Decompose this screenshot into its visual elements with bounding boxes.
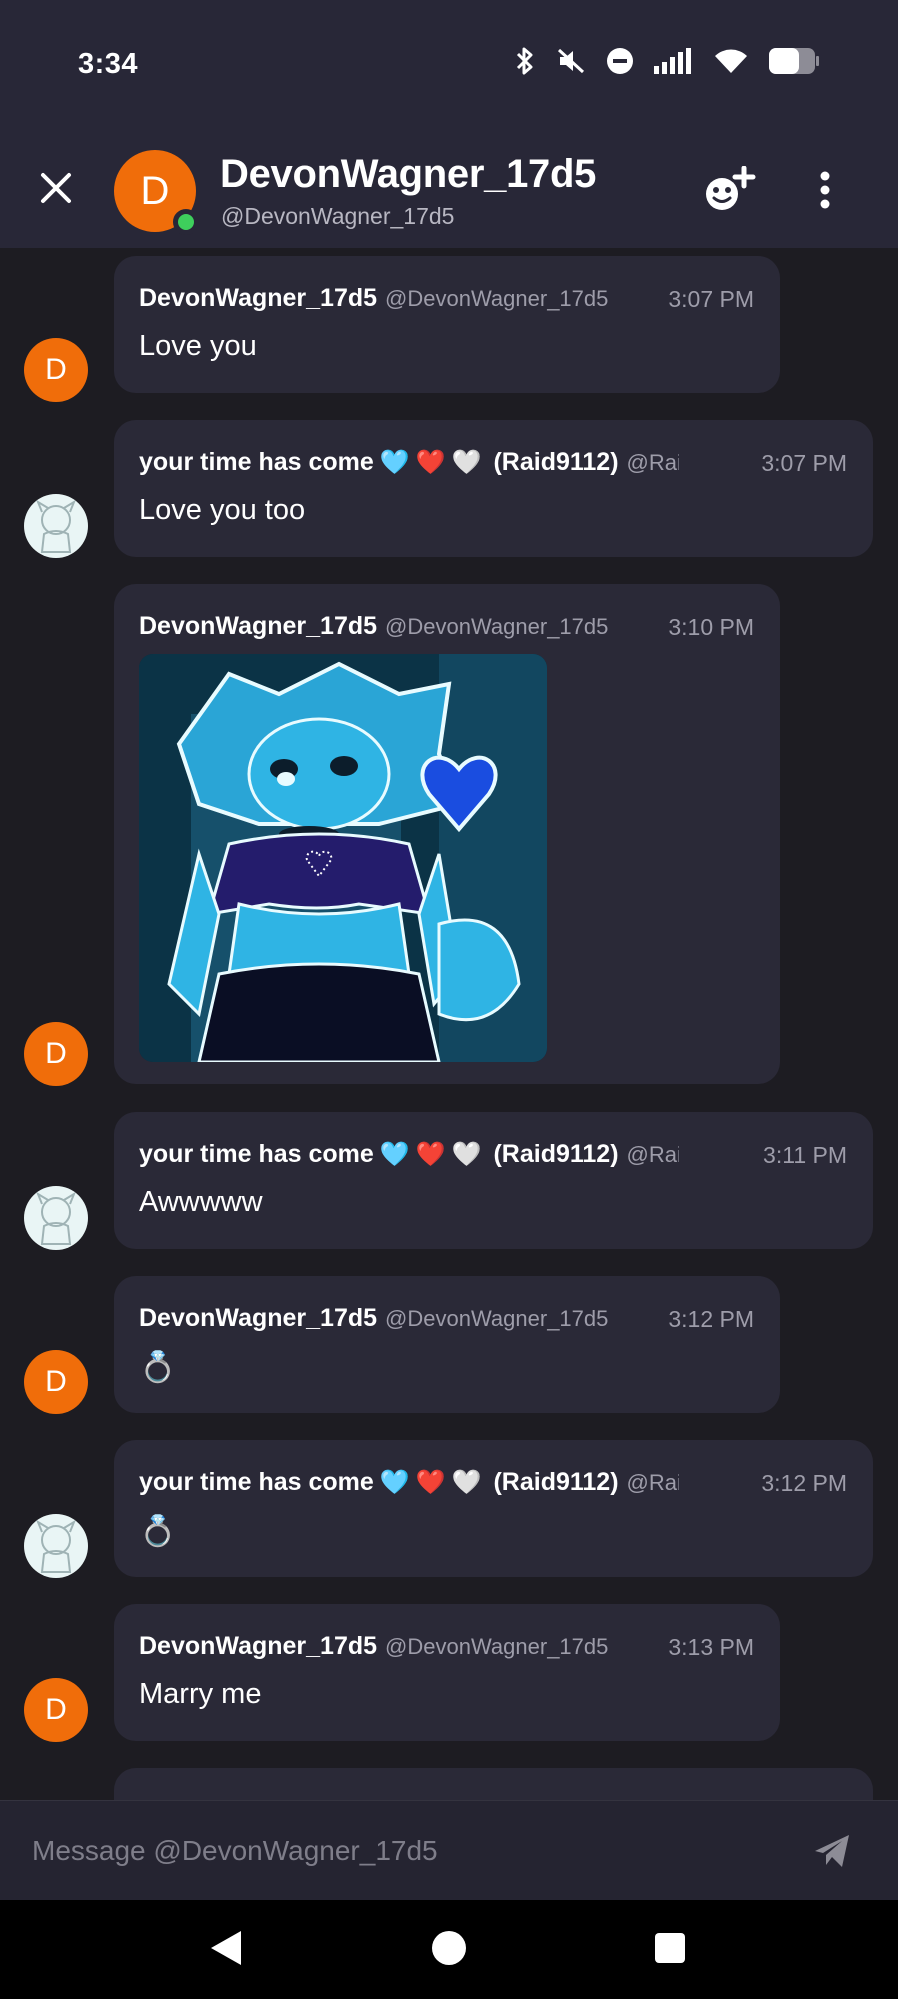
message-bubble[interactable]: your time has come 🩵❤️🤍 (Raid9112) @Raid… xyxy=(114,420,873,557)
heart-emojis: 🩵❤️🤍 xyxy=(379,449,488,476)
dm-screen: 3:34 D DevonWagner_17d5 @DevonWagner_17d… xyxy=(0,0,898,1999)
send-icon[interactable] xyxy=(812,1831,852,1871)
wifi-icon xyxy=(715,49,747,73)
message-timestamp: 3:12 PM xyxy=(761,1470,847,1496)
heart-emojis: 🩵❤️🤍 xyxy=(379,1141,488,1168)
page-title[interactable]: DevonWagner_17d5 xyxy=(220,152,596,197)
character-illustration xyxy=(139,654,547,1062)
message-author[interactable]: DevonWagner_17d5 xyxy=(139,612,377,641)
do-not-disturb-icon xyxy=(607,48,633,74)
message-handle: @Raid xyxy=(626,1142,679,1167)
message-header: DevonWagner_17d5 @DevonWagner_17d5 xyxy=(139,284,608,313)
system-nav-bar xyxy=(0,1900,898,1999)
message: D DevonWagner_17d5 @DevonWagner_17d5 3:0… xyxy=(0,256,898,402)
avatar-drawing-icon xyxy=(35,1191,77,1245)
message: your time has come 🩵❤️🤍 (Raid9112) @Raid… xyxy=(0,420,898,560)
message-timestamp: 3:11 PM xyxy=(763,1142,847,1168)
bluetooth-icon xyxy=(516,47,533,75)
message-author[interactable]: your time has come xyxy=(139,448,374,477)
avatar[interactable]: D xyxy=(24,1678,88,1742)
message-handle: @DevonWagner_17d5 xyxy=(385,1634,609,1659)
message-handle: @DevonWagner_17d5 xyxy=(385,614,609,639)
message xyxy=(0,1768,898,1800)
avatar-letter: D xyxy=(45,1365,67,1398)
message-header: your time has come 🩵❤️🤍 (Raid9112) @Raid xyxy=(139,448,679,477)
message-header: DevonWagner_17d5 @DevonWagner_17d5 xyxy=(139,1632,608,1661)
status-time: 3:34 xyxy=(78,48,139,80)
message-text: Marry me xyxy=(139,1678,262,1710)
heart-emojis: 🩵❤️🤍 xyxy=(379,1469,488,1496)
message-handle: @Raid xyxy=(626,1470,679,1495)
message-header: your time has come 🩵❤️🤍 (Raid9112) @Raid xyxy=(139,1468,679,1497)
message-author-suffix[interactable]: (Raid9112) xyxy=(493,1468,618,1497)
avatar-drawing-icon xyxy=(35,499,77,553)
message: D DevonWagner_17d5 @DevonWagner_17d5 3:1… xyxy=(0,1604,898,1744)
message-author[interactable]: DevonWagner_17d5 xyxy=(139,1632,377,1661)
message-handle: @Raid xyxy=(626,450,679,475)
add-friend-icon[interactable] xyxy=(700,166,756,214)
status-bar: 3:34 xyxy=(0,0,898,130)
message-author[interactable]: your time has come xyxy=(139,1468,374,1497)
mute-icon xyxy=(557,48,585,74)
message-list[interactable]: D DevonWagner_17d5 @DevonWagner_17d5 3:0… xyxy=(0,248,898,1800)
recents-icon[interactable] xyxy=(655,1933,685,1963)
avatar-letter: D xyxy=(45,353,67,386)
message-timestamp: 3:10 PM xyxy=(668,614,754,640)
message-header: DevonWagner_17d5 @DevonWagner_17d5 xyxy=(139,1304,608,1333)
message-author-suffix[interactable]: (Raid9112) xyxy=(493,1140,618,1169)
message-text: Love you too xyxy=(139,494,306,526)
avatar-letter: D xyxy=(45,1037,67,1070)
message-timestamp: 3:07 PM xyxy=(668,286,754,312)
message-author[interactable]: DevonWagner_17d5 xyxy=(139,1304,377,1333)
message-timestamp: 3:12 PM xyxy=(668,1306,754,1332)
message: your time has come 🩵❤️🤍 (Raid9112) @Raid… xyxy=(0,1440,898,1580)
battery-icon xyxy=(769,48,819,74)
avatar[interactable]: D xyxy=(24,1022,88,1086)
message-text: 💍 xyxy=(139,1515,177,1548)
back-icon[interactable] xyxy=(209,1930,243,1966)
message-timestamp: 3:07 PM xyxy=(761,450,847,476)
message-bubble[interactable]: DevonWagner_17d5 @DevonWagner_17d5 3:07 … xyxy=(114,256,780,393)
image-attachment[interactable] xyxy=(139,654,547,1062)
message-header: your time has come 🩵❤️🤍 (Raid9112) @Raid xyxy=(139,1140,679,1169)
avatar[interactable] xyxy=(24,1186,88,1250)
message-author[interactable]: your time has come xyxy=(139,1140,374,1169)
message-text: 💍 xyxy=(139,1351,177,1384)
avatar-letter: D xyxy=(140,168,170,213)
message-text: Love you xyxy=(139,330,257,362)
status-icons xyxy=(514,46,820,76)
avatar-letter: D xyxy=(45,1693,67,1726)
message: D DevonWagner_17d5 @DevonWagner_17d5 3:1… xyxy=(0,1276,898,1416)
message-bubble[interactable]: DevonWagner_17d5 @DevonWagner_17d5 3:12 … xyxy=(114,1276,780,1413)
avatar-drawing-icon xyxy=(35,1519,77,1573)
message-header: DevonWagner_17d5 @DevonWagner_17d5 xyxy=(139,612,608,641)
message-handle: @DevonWagner_17d5 xyxy=(385,286,609,311)
avatar[interactable] xyxy=(24,494,88,558)
message-composer xyxy=(0,1800,898,1900)
avatar[interactable] xyxy=(24,1514,88,1578)
more-options-icon[interactable] xyxy=(810,170,840,210)
header-handle: @DevonWagner_17d5 xyxy=(221,203,455,229)
message-bubble[interactable]: DevonWagner_17d5 @DevonWagner_17d5 3:10 … xyxy=(114,584,780,1084)
online-status-dot xyxy=(173,209,199,235)
chat-header: D DevonWagner_17d5 @DevonWagner_17d5 xyxy=(0,130,898,248)
home-icon[interactable] xyxy=(432,1931,466,1965)
message-author-suffix[interactable]: (Raid9112) xyxy=(493,448,618,477)
close-icon[interactable] xyxy=(36,168,76,208)
message-bubble[interactable]: your time has come 🩵❤️🤍 (Raid9112) @Raid… xyxy=(114,1440,873,1577)
avatar[interactable]: D xyxy=(24,338,88,402)
message-author[interactable]: DevonWagner_17d5 xyxy=(139,284,377,313)
message-bubble[interactable]: DevonWagner_17d5 @DevonWagner_17d5 3:13 … xyxy=(114,1604,780,1741)
avatar[interactable]: D xyxy=(24,1350,88,1414)
message-text: Awwwww xyxy=(139,1186,263,1218)
message: D DevonWagner_17d5 @DevonWagner_17d5 3:1… xyxy=(0,584,898,1104)
message: your time has come 🩵❤️🤍 (Raid9112) @Raid… xyxy=(0,1112,898,1252)
message-bubble[interactable]: your time has come 🩵❤️🤍 (Raid9112) @Raid… xyxy=(114,1112,873,1249)
message-handle: @DevonWagner_17d5 xyxy=(385,1306,609,1331)
signal-icon xyxy=(654,48,691,74)
message-timestamp: 3:13 PM xyxy=(668,1634,754,1660)
message-input[interactable] xyxy=(32,1829,792,1873)
message-bubble[interactable] xyxy=(114,1768,873,1800)
